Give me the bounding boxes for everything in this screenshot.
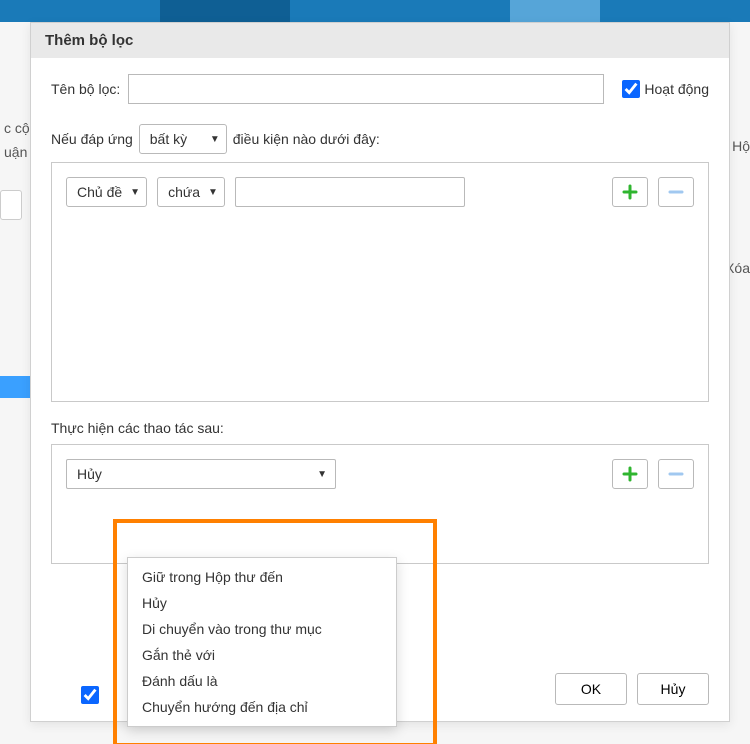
bg-right-fragment-1: Hộ <box>732 138 750 154</box>
active-checkbox[interactable] <box>622 80 640 98</box>
action-select[interactable]: Hủy ▼ <box>66 459 336 489</box>
dialog-body: Tên bộ lọc: Hoạt động Nếu đáp ứng bất kỳ… <box>31 58 729 661</box>
actions-box: Hủy ▼ <box>51 444 709 564</box>
criteria-field-select[interactable]: Chủ đề ▼ <box>66 177 147 207</box>
conditions-intro: Nếu đáp ứng bất kỳ ▼ điều kiện nào dưới … <box>51 124 709 154</box>
bg-tool-button <box>0 190 22 220</box>
caret-down-icon: ▼ <box>317 469 327 480</box>
action-remove-button[interactable] <box>658 459 694 489</box>
secondary-checkbox[interactable] <box>81 686 99 704</box>
action-option[interactable]: Gắn thẻ với <box>128 642 396 668</box>
active-label: Hoạt động <box>644 81 709 97</box>
criteria-remove-button[interactable] <box>658 177 694 207</box>
add-filter-dialog: Thêm bộ lọc Tên bộ lọc: Hoạt động Nếu đá… <box>30 22 730 722</box>
filter-name-label: Tên bộ lọc: <box>51 81 120 97</box>
action-dropdown-popover[interactable]: Giữ trong Hộp thư đến Hủy Di chuyển vào … <box>127 557 397 727</box>
cond-intro-after: điều kiện nào dưới đây: <box>233 131 380 147</box>
cancel-button[interactable]: Hủy <box>637 673 709 705</box>
bg-top-bar <box>0 0 750 22</box>
filter-name-row: Tên bộ lọc: Hoạt động <box>51 74 709 104</box>
action-option[interactable]: Giữ trong Hộp thư đến <box>128 564 396 590</box>
actions-label: Thực hiện các thao tác sau: <box>51 420 709 436</box>
active-wrap: Hoạt động <box>618 77 709 101</box>
match-any-value: bất kỳ <box>150 131 187 147</box>
criteria-value-input[interactable] <box>235 177 465 207</box>
bg-top-seg-a <box>160 0 290 22</box>
conditions-box: Chủ đề ▼ chứa ▼ <box>51 162 709 402</box>
filter-name-input[interactable] <box>128 74 604 104</box>
action-selected-value: Hủy <box>77 466 102 482</box>
caret-down-icon: ▼ <box>210 134 220 145</box>
action-option[interactable]: Hủy <box>128 590 396 616</box>
criteria-row: Chủ đề ▼ chứa ▼ <box>66 177 694 207</box>
action-option[interactable]: Di chuyển vào trong thư mục <box>128 616 396 642</box>
criteria-op-value: chứa <box>168 184 200 200</box>
match-any-select[interactable]: bất kỳ ▼ <box>139 124 227 154</box>
action-option[interactable]: Chuyển hướng đến địa chỉ <box>128 694 396 720</box>
action-row: Hủy ▼ <box>66 459 694 489</box>
action-add-button[interactable] <box>612 459 648 489</box>
caret-down-icon: ▼ <box>208 187 218 198</box>
plus-icon <box>622 184 638 200</box>
criteria-field-value: Chủ đề <box>77 184 122 200</box>
criteria-add-button[interactable] <box>612 177 648 207</box>
action-option[interactable]: Đánh dấu là <box>128 668 396 694</box>
criteria-op-select[interactable]: chứa ▼ <box>157 177 225 207</box>
caret-down-icon: ▼ <box>130 187 140 198</box>
cond-intro-before: Nếu đáp ứng <box>51 131 133 147</box>
app-backdrop: c cộ uận Hộ Xóa Thêm bộ lọc Tên bộ lọc: … <box>0 0 750 744</box>
bg-top-seg-b <box>510 0 600 22</box>
minus-icon <box>668 184 684 200</box>
minus-icon <box>668 466 684 482</box>
bg-row-highlight <box>0 376 30 398</box>
ok-button[interactable]: OK <box>555 673 627 705</box>
plus-icon <box>622 466 638 482</box>
dialog-title: Thêm bộ lọc <box>31 23 729 58</box>
